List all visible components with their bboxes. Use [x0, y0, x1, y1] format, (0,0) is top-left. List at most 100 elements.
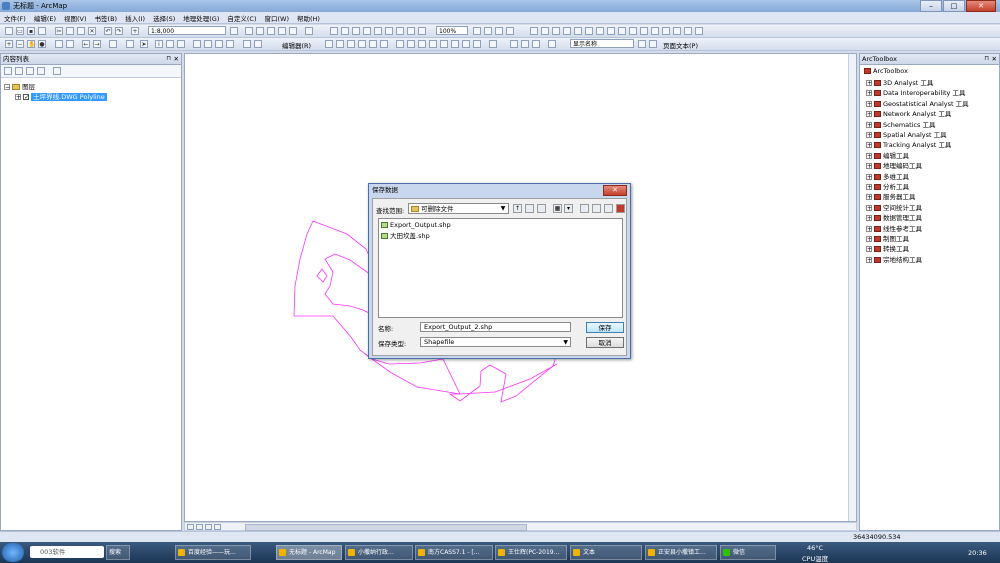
editor-toolbar-icon[interactable] [230, 27, 238, 35]
taskbar-item[interactable]: 百度经验——玩... [175, 545, 251, 560]
georef-tool-12-icon[interactable] [651, 27, 659, 35]
menu-customize[interactable]: 自定义(C) [223, 12, 260, 24]
georef-tool-16-icon[interactable] [695, 27, 703, 35]
search-window-icon[interactable] [267, 27, 275, 35]
save-button[interactable]: 保存 [586, 322, 624, 333]
layer-visibility-checkbox[interactable]: ✓ [23, 94, 29, 101]
toolbox-item[interactable]: + 服务器工具 [866, 191, 916, 201]
georef-tool-9-icon[interactable] [618, 27, 626, 35]
data-view-icon[interactable] [196, 524, 203, 530]
split-icon[interactable] [429, 40, 437, 48]
expand-icon[interactable]: + [866, 132, 872, 139]
sketch-properties-icon[interactable] [462, 40, 470, 48]
expand-icon[interactable]: + [866, 80, 872, 87]
list-by-drawing-order-icon[interactable] [4, 67, 12, 75]
attributes-icon[interactable] [451, 40, 459, 48]
layout-view-icon[interactable] [187, 524, 194, 530]
zoom-in-icon[interactable]: + [5, 40, 13, 48]
georef-tool-14-icon[interactable] [673, 27, 681, 35]
taskbar-search-input[interactable]: 003软件 [30, 546, 104, 558]
add-data-icon[interactable]: + [131, 27, 139, 35]
page-text-menu[interactable]: 页面文本(P) [663, 40, 698, 50]
new-document-icon[interactable] [5, 27, 13, 35]
toolbox-item[interactable]: + Geostatistical Analyst 工具 [866, 98, 969, 108]
taskbar-search-button[interactable]: 搜索 [106, 545, 130, 560]
menu-file[interactable]: 文件(F) [0, 12, 30, 24]
redo-icon[interactable]: ↷ [115, 27, 123, 35]
expand-icon[interactable]: + [866, 173, 872, 180]
expand-icon[interactable]: + [866, 111, 872, 118]
previous-extent-icon[interactable]: ← [82, 40, 90, 48]
pause-drawing-icon[interactable] [214, 524, 221, 530]
toolbox-item[interactable]: + 制图工具 [866, 233, 909, 243]
taskbar-item[interactable]: 南方CASS7.1 - [... [415, 545, 493, 560]
minimize-button[interactable]: – [920, 0, 942, 12]
find-icon[interactable] [204, 40, 212, 48]
layers-group-row[interactable]: − 图层 [4, 81, 35, 91]
expand-icon[interactable]: + [866, 256, 872, 263]
copy-icon[interactable] [66, 27, 74, 35]
expand-icon[interactable]: + [866, 100, 872, 107]
catalog-icon[interactable] [256, 27, 264, 35]
maximize-button[interactable]: □ [943, 0, 965, 12]
cut-polygons-icon[interactable] [418, 40, 426, 48]
new-item-icon[interactable] [592, 204, 601, 213]
pin-icon[interactable]: ⊓ [166, 54, 171, 64]
straight-segment-icon[interactable] [347, 40, 355, 48]
find-route-icon[interactable] [215, 40, 223, 48]
data-driven-pages-icon[interactable] [506, 27, 514, 35]
georef-tool-10-icon[interactable] [629, 27, 637, 35]
menu-geoprocessing[interactable]: 地理处理(G) [179, 12, 223, 24]
toolbox-item[interactable]: + 地理编码工具 [866, 160, 922, 170]
full-extent-icon[interactable]: ● [38, 40, 46, 48]
expand-icon[interactable]: + [866, 184, 872, 191]
menu-bookmarks[interactable]: 书签(B) [91, 12, 122, 24]
horizontal-scroll-thumb[interactable] [245, 524, 527, 531]
file-item[interactable]: 大田坎盖.shp [381, 230, 430, 240]
fixed-zoom-in-icon[interactable] [385, 27, 393, 35]
toolbox-item[interactable]: + 数据管理工具 [866, 212, 922, 222]
edit-vertices-icon[interactable] [396, 40, 404, 48]
view-list-icon[interactable]: ▦ [553, 204, 562, 213]
taskbar-item[interactable]: 微信 [720, 545, 776, 560]
create-features-icon[interactable] [473, 40, 481, 48]
layout-zoom-input[interactable]: 100% [436, 26, 468, 35]
identify-icon[interactable]: i [155, 40, 163, 48]
toolbox-item[interactable]: + 多维工具 [866, 171, 909, 181]
draw-shape-icon[interactable] [521, 40, 529, 48]
draw-line-icon[interactable] [532, 40, 540, 48]
expand-icon[interactable]: + [866, 204, 872, 211]
create-viewer-icon[interactable] [254, 40, 262, 48]
toolbox-item[interactable]: + Schematics 工具 [866, 119, 936, 129]
taskbar-item-active[interactable]: 无标题 - ArcMap [276, 545, 342, 560]
delete-icon[interactable]: ✕ [88, 27, 96, 35]
expand-icon[interactable]: + [866, 225, 872, 232]
go-home-icon[interactable] [525, 204, 534, 213]
list-by-visibility-icon[interactable] [26, 67, 34, 75]
georef-tool-2-icon[interactable] [541, 27, 549, 35]
connect-folder-icon[interactable] [537, 204, 546, 213]
open-icon[interactable]: ▭ [16, 27, 24, 35]
up-one-level-icon[interactable]: ↑ [513, 204, 522, 213]
close-window-button[interactable]: ✕ [966, 0, 996, 12]
pan-icon[interactable]: ✋ [27, 40, 35, 48]
expand-icon[interactable]: + [866, 194, 872, 201]
cancel-button[interactable]: 取消 [586, 337, 624, 348]
edit-annotation-icon[interactable] [336, 40, 344, 48]
taskbar-item[interactable]: 文本 [570, 545, 642, 560]
taskbar-item[interactable]: 王仕辉(PC-2019... [495, 545, 567, 560]
menu-insert[interactable]: 插入(I) [121, 12, 149, 24]
measure-icon[interactable] [193, 40, 201, 48]
zoom-whole-page-icon[interactable] [363, 27, 371, 35]
taskbar-item[interactable]: 小撒纳行政... [345, 545, 413, 560]
taskbar-item[interactable]: 正安县小撒镇工... [645, 545, 717, 560]
collapse-icon[interactable]: − [4, 84, 10, 91]
back-extent-icon[interactable] [407, 27, 415, 35]
list-by-source-icon[interactable] [15, 67, 23, 75]
clock[interactable]: 20:36 [968, 549, 987, 557]
toc-options-icon[interactable] [53, 67, 61, 75]
undo-icon[interactable]: ↶ [104, 27, 112, 35]
select-features-icon[interactable] [109, 40, 117, 48]
toolbox-item[interactable]: + Tracking Analyst 工具 [866, 139, 951, 149]
parcel-polygon[interactable] [316, 268, 328, 283]
